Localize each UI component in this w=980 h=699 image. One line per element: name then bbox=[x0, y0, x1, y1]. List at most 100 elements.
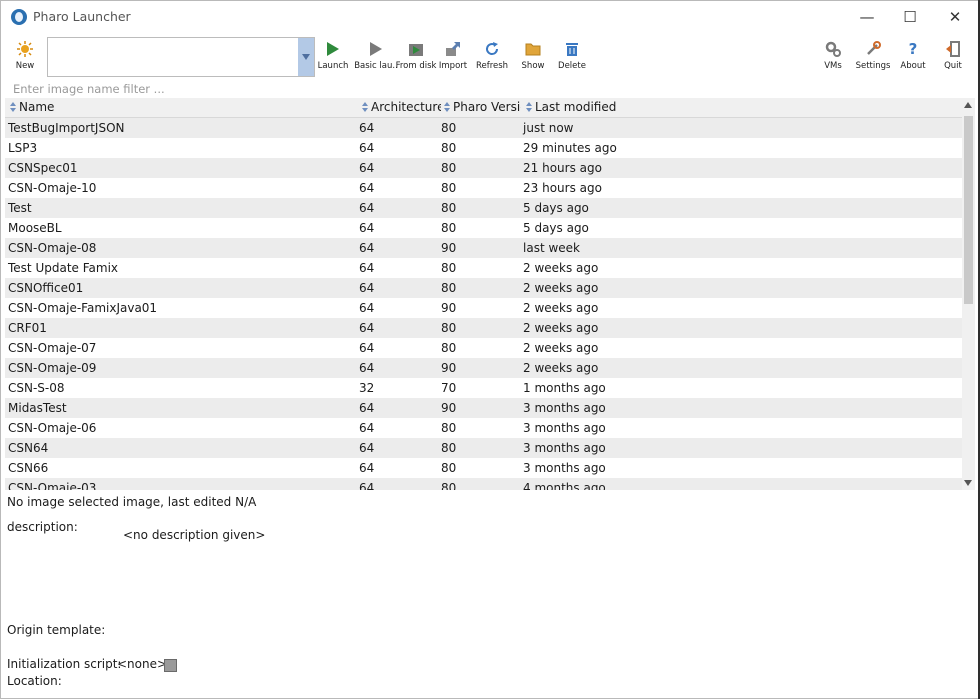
table-row[interactable]: Test 64 80 5 days ago bbox=[5, 198, 962, 218]
table-row[interactable]: CSN-Omaje-10 64 80 23 hours ago bbox=[5, 178, 962, 198]
cell-architecture: 64 bbox=[359, 141, 375, 155]
cell-name: MidasTest bbox=[8, 401, 67, 415]
cell-last-modified: 3 months ago bbox=[523, 421, 606, 435]
minimize-button[interactable]: — bbox=[847, 5, 887, 29]
image-filter-input[interactable] bbox=[7, 81, 969, 97]
table-row[interactable]: CSN-Omaje-06 64 80 3 months ago bbox=[5, 418, 962, 438]
cell-pharo-version: 90 bbox=[441, 401, 457, 415]
table-row[interactable]: CRF01 64 80 2 weeks ago bbox=[5, 318, 962, 338]
cell-architecture: 64 bbox=[359, 441, 375, 455]
title-bar: Pharo Launcher — ☐ ✕ bbox=[1, 1, 979, 33]
table-row[interactable]: CSN-Omaje-09 64 90 2 weeks ago bbox=[5, 358, 962, 378]
table-row[interactable]: Test Update Famix 64 80 2 weeks ago bbox=[5, 258, 962, 278]
about-button[interactable]: ? About bbox=[899, 39, 927, 75]
column-header-architecture[interactable]: Architecture bbox=[361, 100, 441, 114]
table-scrollbar[interactable] bbox=[962, 98, 975, 490]
close-button[interactable]: ✕ bbox=[935, 5, 975, 29]
cell-name: Test bbox=[8, 201, 32, 215]
launch-label: Launch bbox=[317, 61, 349, 71]
about-label: About bbox=[900, 61, 926, 71]
table-row[interactable]: TestBugImportJSON 64 80 just now bbox=[5, 118, 962, 138]
cell-pharo-version: 80 bbox=[441, 321, 457, 335]
settings-button[interactable]: Settings bbox=[855, 39, 891, 75]
cell-name: CSN-Omaje-08 bbox=[8, 241, 97, 255]
delete-button[interactable]: Delete bbox=[557, 39, 587, 75]
cell-architecture: 64 bbox=[359, 221, 375, 235]
cell-pharo-version: 90 bbox=[441, 361, 457, 375]
launch-button[interactable]: Launch bbox=[318, 39, 348, 75]
cell-architecture: 64 bbox=[359, 261, 375, 275]
table-row[interactable]: CSN-Omaje-FamixJava01 64 90 2 weeks ago bbox=[5, 298, 962, 318]
column-header-last-modified[interactable]: Last modified bbox=[525, 100, 645, 114]
initialization-script-value: <none> bbox=[117, 657, 168, 671]
refresh-button[interactable]: Refresh bbox=[476, 39, 508, 75]
table-row[interactable]: CSNSpec01 64 80 21 hours ago bbox=[5, 158, 962, 178]
cell-last-modified: 2 weeks ago bbox=[523, 321, 599, 335]
import-button[interactable]: Import bbox=[439, 39, 467, 75]
quit-button[interactable]: Quit bbox=[941, 39, 965, 75]
cell-name: CSN64 bbox=[8, 441, 49, 455]
vms-label: VMs bbox=[824, 61, 842, 71]
scroll-down-icon[interactable] bbox=[964, 480, 972, 486]
settings-label: Settings bbox=[855, 61, 891, 71]
folder-icon bbox=[523, 39, 543, 59]
scroll-thumb[interactable] bbox=[964, 116, 973, 304]
cell-name: CSN-Omaje-09 bbox=[8, 361, 97, 375]
cell-name: Test Update Famix bbox=[8, 261, 118, 275]
quit-label: Quit bbox=[944, 61, 962, 71]
play-grey-icon bbox=[366, 39, 386, 59]
cell-architecture: 64 bbox=[359, 161, 375, 175]
table-row[interactable]: CSN66 64 80 3 months ago bbox=[5, 458, 962, 478]
basic-launch-label: Basic lau.. bbox=[354, 61, 398, 71]
vms-button[interactable]: VMs bbox=[821, 39, 845, 75]
cell-name: CSN-Omaje-FamixJava01 bbox=[8, 301, 158, 315]
table-row[interactable]: CSN-Omaje-08 64 90 last week bbox=[5, 238, 962, 258]
cell-last-modified: 2 weeks ago bbox=[523, 301, 599, 315]
cell-architecture: 64 bbox=[359, 401, 375, 415]
basic-launch-button[interactable]: Basic lau.. bbox=[354, 39, 398, 75]
cell-last-modified: last week bbox=[523, 241, 580, 255]
table-body: TestBugImportJSON 64 80 just now LSP3 64 80 29 … bbox=[5, 118, 962, 490]
table-header: Name Architecture Pharo Versio Last modi… bbox=[5, 98, 962, 118]
cell-pharo-version: 90 bbox=[441, 241, 457, 255]
maximize-button[interactable]: ☐ bbox=[890, 5, 930, 29]
cell-architecture: 64 bbox=[359, 281, 375, 295]
cell-name: CSN-Omaje-10 bbox=[8, 181, 97, 195]
table-row[interactable]: MidasTest 64 90 3 months ago bbox=[5, 398, 962, 418]
cell-name: CSN66 bbox=[8, 461, 49, 475]
cell-architecture: 32 bbox=[359, 381, 375, 395]
show-button[interactable]: Show bbox=[519, 39, 547, 75]
question-icon: ? bbox=[908, 40, 918, 58]
sort-icon bbox=[361, 102, 369, 112]
table-row[interactable]: CSNOffice01 64 80 2 weeks ago bbox=[5, 278, 962, 298]
table-row[interactable]: CSN-Omaje-07 64 80 2 weeks ago bbox=[5, 338, 962, 358]
cell-pharo-version: 80 bbox=[441, 121, 457, 135]
table-row[interactable]: CSN64 64 80 3 months ago bbox=[5, 438, 962, 458]
cell-last-modified: 2 weeks ago bbox=[523, 341, 599, 355]
delete-label: Delete bbox=[558, 61, 586, 71]
from-disk-button[interactable]: From disk bbox=[395, 39, 437, 75]
column-header-pharo-version[interactable]: Pharo Versio bbox=[443, 100, 521, 114]
table-row[interactable]: CSN-S-08 32 70 1 months ago bbox=[5, 378, 962, 398]
chevron-down-icon[interactable] bbox=[298, 38, 314, 76]
from-disk-label: From disk bbox=[395, 61, 437, 71]
cell-last-modified: just now bbox=[523, 121, 574, 135]
cell-last-modified: 4 months ago bbox=[523, 481, 606, 490]
table-row[interactable]: LSP3 64 80 29 minutes ago bbox=[5, 138, 962, 158]
pharo-logo-icon bbox=[11, 9, 27, 25]
table-row[interactable]: CSN-Omaje-03 64 80 4 months ago bbox=[5, 478, 962, 490]
new-button[interactable]: New bbox=[13, 39, 37, 75]
new-label: New bbox=[15, 61, 35, 71]
init-script-checkbox[interactable] bbox=[164, 659, 177, 672]
table-row[interactable]: MooseBL 64 80 5 days ago bbox=[5, 218, 962, 238]
cell-last-modified: 1 months ago bbox=[523, 381, 606, 395]
exit-icon bbox=[943, 39, 963, 59]
cell-last-modified: 5 days ago bbox=[523, 221, 589, 235]
cell-pharo-version: 80 bbox=[441, 421, 457, 435]
scroll-up-icon[interactable] bbox=[964, 102, 972, 108]
window-title: Pharo Launcher bbox=[33, 9, 131, 24]
template-combo[interactable] bbox=[47, 37, 315, 77]
trash-icon bbox=[562, 39, 582, 59]
play-icon bbox=[323, 39, 343, 59]
column-header-name[interactable]: Name bbox=[9, 100, 353, 114]
